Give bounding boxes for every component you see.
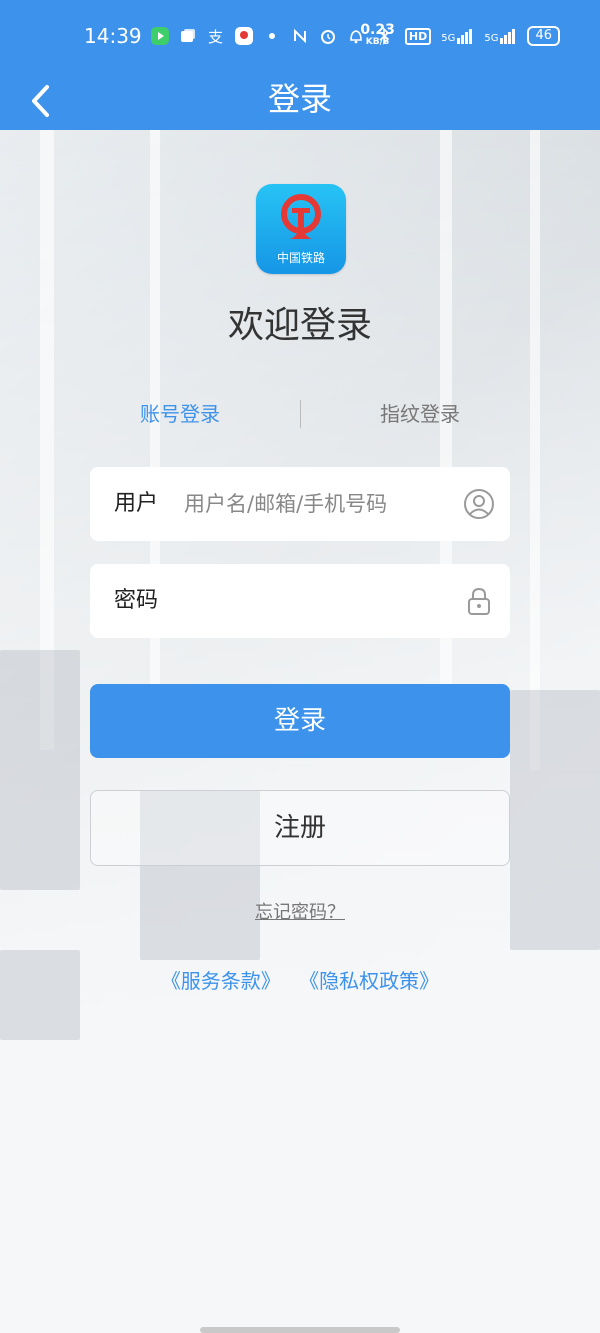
logo-text: 中国铁路	[276, 251, 325, 265]
signal-bars-icon	[500, 29, 516, 44]
railway-app-icon	[235, 27, 253, 45]
notification-icons: 支	[150, 26, 394, 46]
network-speed: 0.23 KB/S	[360, 22, 395, 48]
status-right: 0.23 KB/S HD 5G 5G 46	[360, 22, 560, 48]
hd-badge: HD	[404, 27, 432, 45]
privacy-policy-link[interactable]: 《隐私权政策》	[299, 969, 439, 993]
tab-divider	[300, 400, 301, 428]
railway-logo: 中国铁路	[256, 184, 346, 274]
password-input[interactable]	[184, 581, 454, 621]
alipay-icon: 支	[208, 28, 223, 46]
signal-5g-2: 5G	[484, 28, 517, 44]
dot-icon	[269, 33, 275, 39]
login-button[interactable]: 登录	[90, 684, 510, 758]
signal-5g-1: 5G	[441, 28, 474, 44]
tab-fingerprint-login[interactable]: 指纹登录	[330, 392, 510, 436]
signal-bars-icon	[457, 29, 473, 44]
battery-indicator: 46	[527, 26, 560, 46]
register-button[interactable]: 注册	[90, 790, 510, 866]
password-label: 密码	[114, 588, 159, 613]
policy-links: 《服务条款》 《隐私权政策》	[0, 965, 600, 994]
username-label: 用户	[114, 491, 159, 516]
status-bar: 14:39 支 0.23 KB/S HD 5G 5G 46	[0, 0, 600, 75]
welcome-heading: 欢迎登录	[227, 305, 372, 346]
username-field: 用户	[90, 467, 510, 541]
status-time: 14:39	[84, 24, 142, 48]
terms-of-service-link[interactable]: 《服务条款》	[161, 969, 281, 993]
forgot-password-row: 忘记密码？	[0, 898, 600, 924]
video-app-icon	[151, 27, 169, 45]
navigation-bar: 登录	[0, 75, 600, 130]
lock-icon[interactable]	[462, 584, 496, 618]
page-title: 登录	[267, 80, 332, 118]
network-speed-value: 0.23	[360, 22, 395, 38]
svg-text:支: 支	[208, 28, 223, 46]
tab-account-login[interactable]: 账号登录	[90, 392, 270, 436]
home-indicator[interactable]	[200, 1327, 400, 1333]
forgot-password-link[interactable]: 忘记密码？	[255, 902, 345, 923]
files-app-icon	[181, 29, 195, 42]
username-input[interactable]	[184, 484, 454, 524]
nfc-icon	[294, 28, 306, 44]
alarm-icon	[321, 30, 335, 44]
password-field: 密码	[90, 564, 510, 638]
login-method-tabs: 账号登录 指纹登录	[90, 392, 510, 436]
user-icon[interactable]	[462, 487, 496, 521]
